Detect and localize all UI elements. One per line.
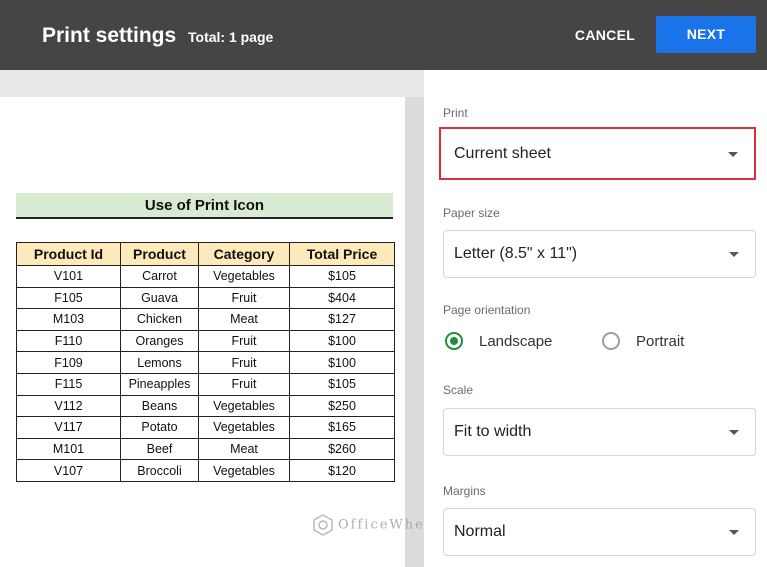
print-label: Print bbox=[443, 106, 468, 120]
table-cell: Fruit bbox=[198, 286, 290, 310]
column-header: Total Price bbox=[289, 242, 395, 266]
table-cell: Fruit bbox=[198, 329, 290, 353]
print-select[interactable]: Current sheet bbox=[439, 127, 756, 180]
dropdown-arrow-icon bbox=[729, 252, 739, 257]
page-total: Total: 1 page bbox=[188, 29, 274, 45]
table-cell: Beef bbox=[120, 437, 199, 461]
landscape-label: Landscape bbox=[479, 332, 553, 350]
table-row: V117 Potato Vegetables $165 bbox=[16, 416, 395, 439]
page-orientation-label: Page orientation bbox=[443, 303, 531, 317]
dropdown-arrow-icon bbox=[728, 151, 738, 157]
table-cell: Vegetables bbox=[198, 265, 290, 288]
table-cell: V101 bbox=[16, 265, 121, 288]
column-header: Product Id bbox=[16, 242, 121, 266]
margins-label: Margins bbox=[443, 484, 486, 498]
portrait-radio[interactable]: Portrait bbox=[602, 329, 684, 353]
officewheel-logo-icon bbox=[312, 514, 334, 536]
dropdown-arrow-icon bbox=[729, 430, 739, 435]
portrait-label: Portrait bbox=[636, 332, 685, 350]
preview-scrollbar[interactable] bbox=[405, 97, 424, 567]
radio-unchecked-icon bbox=[602, 332, 620, 350]
table-cell: V112 bbox=[16, 394, 121, 418]
watermark: OfficeWheel bbox=[312, 514, 441, 536]
table-cell: M103 bbox=[16, 308, 121, 331]
table-cell: Meat bbox=[198, 437, 290, 461]
table-cell: $100 bbox=[289, 351, 395, 374]
table-cell: Vegetables bbox=[198, 416, 290, 439]
table-cell: Beans bbox=[120, 394, 199, 418]
table-cell: $165 bbox=[289, 416, 395, 439]
table-row: V112 Beans Vegetables $250 bbox=[16, 394, 395, 418]
table-cell: $404 bbox=[289, 286, 395, 310]
cancel-button[interactable]: CANCEL bbox=[565, 18, 645, 52]
table-cell: Oranges bbox=[120, 329, 199, 353]
page-title: Print settings bbox=[42, 24, 177, 47]
table-row: F109 Lemons Fruit $100 bbox=[16, 351, 395, 374]
table-row: V101 Carrot Vegetables $105 bbox=[16, 265, 395, 288]
table-cell: $120 bbox=[289, 459, 395, 482]
margins-select[interactable]: Normal bbox=[443, 508, 756, 556]
table-cell: Fruit bbox=[198, 372, 290, 396]
table-cell: Lemons bbox=[120, 351, 199, 374]
column-header: Product bbox=[120, 242, 199, 266]
table-row: F110 Oranges Fruit $100 bbox=[16, 329, 395, 353]
table-row: M103 Chicken Meat $127 bbox=[16, 308, 395, 331]
orientation-radio-group: Landscape Portrait bbox=[443, 329, 756, 353]
data-table: Product Id Product Category Total Price … bbox=[16, 242, 395, 482]
table-cell: F110 bbox=[16, 329, 121, 353]
landscape-radio[interactable]: Landscape bbox=[445, 329, 552, 353]
table-cell: Pineapples bbox=[120, 372, 199, 396]
table-cell: Broccoli bbox=[120, 459, 199, 482]
table-cell: F115 bbox=[16, 372, 121, 396]
table-cell: M101 bbox=[16, 437, 121, 461]
table-cell: $127 bbox=[289, 308, 395, 331]
table-cell: $105 bbox=[289, 372, 395, 396]
table-cell: Potato bbox=[120, 416, 199, 439]
paper-size-label: Paper size bbox=[443, 206, 500, 220]
table-header-row: Product Id Product Category Total Price bbox=[16, 242, 395, 266]
table-row: F115 Pineapples Fruit $105 bbox=[16, 372, 395, 396]
table-row: V107 Broccoli Vegetables $120 bbox=[16, 459, 395, 482]
table-cell: $105 bbox=[289, 265, 395, 288]
table-cell: Chicken bbox=[120, 308, 199, 331]
table-cell: Vegetables bbox=[198, 394, 290, 418]
table-row: M101 Beef Meat $260 bbox=[16, 437, 395, 461]
table-cell: V117 bbox=[16, 416, 121, 439]
table-cell: Vegetables bbox=[198, 459, 290, 482]
paper-size-value: Letter (8.5" x 11") bbox=[454, 245, 578, 262]
scale-value: Fit to width bbox=[454, 423, 532, 440]
scale-select[interactable]: Fit to width bbox=[443, 408, 756, 456]
table-cell: Meat bbox=[198, 308, 290, 331]
table-cell: $250 bbox=[289, 394, 395, 418]
print-settings-header: Print settings Total: 1 page CANCEL NEXT bbox=[0, 0, 767, 70]
paper-size-select[interactable]: Letter (8.5" x 11") bbox=[443, 230, 756, 278]
next-button[interactable]: NEXT bbox=[656, 16, 756, 53]
table-cell: V107 bbox=[16, 459, 121, 482]
column-header: Category bbox=[198, 242, 290, 266]
table-cell: Carrot bbox=[120, 265, 199, 288]
table-cell: Fruit bbox=[198, 351, 290, 374]
sheet-title: Use of Print Icon bbox=[16, 193, 393, 219]
table-row: F105 Guava Fruit $404 bbox=[16, 286, 395, 310]
scale-label: Scale bbox=[443, 383, 474, 397]
table-cell: $260 bbox=[289, 437, 395, 461]
table-cell: F105 bbox=[16, 286, 121, 310]
print-select-value: Current sheet bbox=[454, 145, 551, 162]
dropdown-arrow-icon bbox=[729, 530, 739, 535]
table-cell: $100 bbox=[289, 329, 395, 353]
margins-value: Normal bbox=[454, 523, 506, 540]
table-cell: F109 bbox=[16, 351, 121, 374]
table-cell: Guava bbox=[120, 286, 199, 310]
radio-checked-icon bbox=[445, 332, 463, 350]
